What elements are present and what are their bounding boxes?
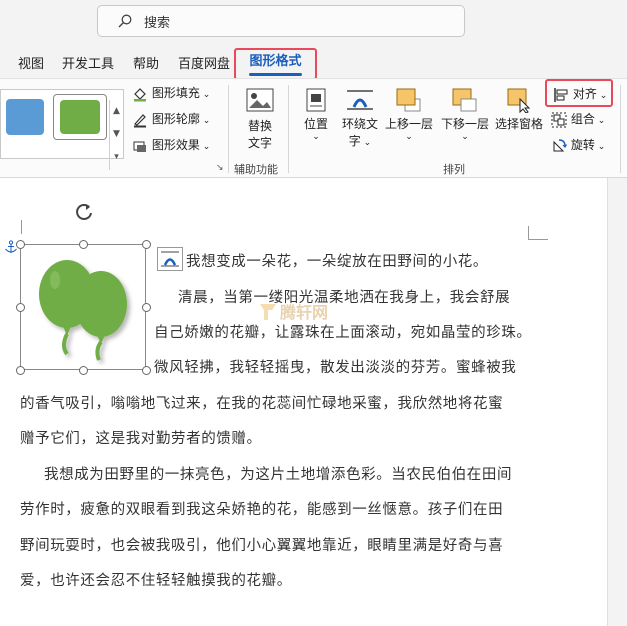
paint-bucket-icon (134, 87, 146, 101)
group-separator (228, 85, 229, 173)
shape-effects-icon (133, 141, 146, 152)
gallery-down-icon[interactable]: ▼ (110, 123, 123, 146)
layout-options-button[interactable] (157, 247, 183, 271)
doc-line-9: 野间玩耍时，也会被我吸引，他们小心翼翼地靠近，眼睛里满是好奇与喜 (20, 538, 504, 554)
align-left-icon (554, 87, 568, 102)
gallery-scroll[interactable]: ▲ ▼ ▾ (109, 100, 123, 170)
rotate-handle-icon[interactable] (72, 200, 96, 224)
pen-outline-icon (134, 113, 146, 127)
rotate-icon (553, 138, 567, 151)
vertical-scrollbar[interactable] (607, 178, 627, 626)
doc-line-1: 我想变成一朵花，一朵绽放在田野间的小花。 (186, 254, 488, 270)
doc-line-4: 微风轻拂，我轻轻摇曳，散发出淡淡的芬芳。蜜蜂被我 (154, 360, 517, 376)
bring-forward-icon (396, 88, 421, 112)
position-button[interactable]: 位置 ⌄ (302, 87, 330, 142)
title-bar: 搜索 (0, 0, 627, 44)
watermark-logo-icon (260, 304, 276, 320)
arrange-group-label: 排列 (443, 163, 465, 176)
group-separator (620, 85, 621, 173)
watermark: 腾轩网 (258, 299, 328, 323)
shape-fill-button[interactable]: 图形填充 ⌄ (132, 84, 210, 102)
shape-effects-button[interactable]: 图形效果 ⌄ (132, 136, 210, 154)
tab-shape-format[interactable]: 图形格式 (234, 48, 317, 80)
ribbon: ▲ ▼ ▾ 图形填充 ⌄ 图形轮廓 ⌄ 图形效果 ⌄ ↘ 替换 文字 辅助功能 … (0, 78, 627, 178)
resize-handle-top-left[interactable] (16, 240, 25, 249)
search-placeholder: 搜索 (144, 15, 171, 31)
wrap-text-button[interactable]: 环绕文 字 ⌄ (340, 87, 380, 149)
doc-line-5: 的香气吸引，嗡嗡地飞过来，在我的花蕊间忙碌地采蜜，我欣然地将花蜜 (20, 396, 504, 412)
selection-pane-button[interactable]: 选择窗格 (494, 87, 544, 132)
resize-handle-top-right[interactable] (142, 240, 151, 249)
doc-line-2: 清晨，当第一缕阳光温柔地洒在我身上，我会舒展 (178, 290, 511, 306)
group-objects-icon (551, 112, 567, 127)
resize-handle-bottom-right[interactable] (142, 366, 151, 375)
resize-handle-right[interactable] (142, 303, 151, 312)
wrap-text-icon (161, 251, 179, 267)
selected-image[interactable] (20, 244, 146, 370)
group-separator (288, 85, 289, 173)
position-icon (306, 88, 326, 112)
alt-text-icon (246, 88, 274, 112)
search-icon (118, 14, 132, 28)
tab-view[interactable]: 视图 (18, 53, 44, 72)
tab-baidu-netdisk[interactable]: 百度网盘 (178, 53, 230, 72)
tab-help[interactable]: 帮助 (133, 53, 159, 72)
resize-handle-top[interactable] (79, 240, 88, 249)
resize-handle-bottom[interactable] (79, 366, 88, 375)
ribbon-tabs: 视图 开发工具 帮助 百度网盘 图形格式 (0, 44, 627, 80)
search-box[interactable]: 搜索 (97, 5, 465, 37)
style-swatch-blue[interactable] (6, 99, 44, 135)
doc-line-7: 我想成为田野里的一抹亮色，为这片土地增添色彩。当农民伯伯在田间 (44, 467, 513, 483)
resize-handle-left[interactable] (16, 303, 25, 312)
gallery-up-icon[interactable]: ▲ (110, 100, 123, 123)
style-swatch-green-selected[interactable] (53, 94, 107, 140)
page-corner-mark (14, 220, 22, 234)
doc-line-3: 自己娇嫩的花瓣，让露珠在上面滚动，宛如晶莹的珍珠。 (154, 325, 532, 341)
page-corner-mark (528, 226, 548, 240)
group-button[interactable]: 组合 ⌄ (551, 110, 605, 128)
shape-outline-button[interactable]: 图形轮廓 ⌄ (132, 110, 210, 128)
rotate-button[interactable]: 旋转 ⌄ (551, 136, 605, 154)
send-backward-icon (452, 88, 477, 112)
balloons-icon (39, 260, 127, 361)
alt-text-button[interactable]: 替换 文字 (242, 87, 278, 151)
tab-developer[interactable]: 开发工具 (62, 53, 114, 72)
selection-pane-icon (507, 88, 531, 113)
shape-style-gallery[interactable]: ▲ ▼ ▾ (0, 89, 124, 170)
wrap-text-icon (347, 90, 373, 110)
accessibility-group-label: 辅助功能 (234, 163, 278, 176)
bring-forward-button[interactable]: 上移一层 ⌄ (384, 87, 434, 142)
gallery-more-icon[interactable]: ▾ (110, 146, 123, 169)
align-button[interactable]: 对齐 ⌄ (545, 79, 613, 107)
doc-line-10: 爱，也许还会忍不住轻轻触摸我的花瓣。 (20, 573, 292, 589)
dialog-launcher-icon[interactable]: ↘ (216, 163, 224, 173)
resize-handle-bottom-left[interactable] (16, 366, 25, 375)
doc-line-8: 劳作时，疲惫的双眼看到我这朵娇艳的花，能感到一丝惬意。孩子们在田 (20, 502, 504, 518)
send-backward-button[interactable]: 下移一层 ⌄ (440, 87, 490, 142)
document-canvas[interactable]: 我想变成一朵花，一朵绽放在田野间的小花。 清晨，当第一缕阳光温柔地洒在我身上，我… (0, 178, 607, 626)
doc-line-6: 赠予它们，这是我对勤劳者的馈赠。 (20, 431, 262, 447)
